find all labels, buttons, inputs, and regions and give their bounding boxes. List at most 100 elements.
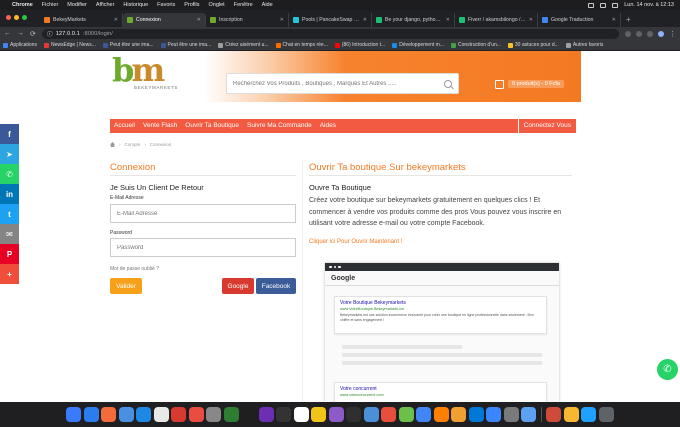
dock-app-icon[interactable]: [311, 407, 327, 422]
cart-summary[interactable]: 0 produit(s) - 0 Fcfa: [495, 78, 564, 90]
pinterest-icon[interactable]: P: [0, 244, 19, 264]
dock-app-icon[interactable]: [398, 407, 414, 422]
menu-onglet[interactable]: Onglet: [208, 2, 224, 8]
more-icon[interactable]: +: [0, 264, 19, 284]
whatsapp-icon[interactable]: ✆: [0, 164, 19, 184]
site-info-icon[interactable]: ⓘ: [47, 29, 53, 38]
menu-profils[interactable]: Profils: [184, 2, 199, 8]
dock-app-icon[interactable]: [381, 407, 397, 422]
address-bar[interactable]: ⓘ 127.0.0.1:8000/login/: [41, 28, 619, 39]
menu-aide[interactable]: Aide: [262, 2, 273, 8]
dock-app-icon[interactable]: [468, 407, 484, 422]
dock-app-icon[interactable]: [581, 407, 597, 422]
open-shop-link[interactable]: Cliquer ici Pour Ouvrir Maintenant !: [309, 239, 402, 245]
dock-app-icon[interactable]: [206, 407, 222, 422]
dock-app-icon[interactable]: [328, 407, 344, 422]
tab-close-icon[interactable]: ✕: [197, 17, 201, 23]
home-icon[interactable]: [110, 142, 115, 147]
menu-afficher[interactable]: Afficher: [96, 2, 115, 8]
extension-icon[interactable]: [625, 30, 631, 37]
tab-close-icon[interactable]: ✕: [280, 17, 284, 23]
nav-item-ouvrir-boutique[interactable]: Ouvrir Ta Boutique: [181, 119, 243, 133]
tab-close-icon[interactable]: ✕: [612, 17, 616, 23]
nav-item-connectez-vous[interactable]: Connectez Vous: [517, 119, 576, 133]
dock-app-icon[interactable]: [258, 407, 274, 422]
dock-app-icon[interactable]: [416, 407, 432, 422]
wifi-icon[interactable]: [600, 2, 607, 8]
bookmark-item[interactable]: Peut être une ima...: [160, 42, 211, 48]
dock-app-icon[interactable]: [241, 407, 257, 422]
profile-avatar-icon[interactable]: [658, 30, 664, 37]
browser-menu-icon[interactable]: ⋮: [669, 30, 676, 38]
extension-icon[interactable]: [636, 30, 642, 37]
new-tab-icon[interactable]: +: [621, 13, 636, 27]
dock-app-icon[interactable]: [66, 407, 82, 422]
bookmark-item[interactable]: Chat en temps rée...: [275, 42, 328, 48]
search-icon[interactable]: [444, 79, 452, 88]
breadcrumb-item-compte[interactable]: Compte: [125, 142, 141, 147]
control-center-icon[interactable]: [612, 2, 619, 8]
dock-app-icon[interactable]: [503, 407, 519, 422]
reload-icon[interactable]: ⟳: [30, 30, 36, 38]
dock-app-icon[interactable]: [433, 407, 449, 422]
bookmark-item[interactable]: NewsEdge | News...: [43, 42, 96, 48]
browser-tab[interactable]: BekeyMarkets ✕: [40, 13, 123, 27]
dock-app-icon[interactable]: [188, 407, 204, 422]
bookmark-item[interactable]: 30 astuces pour d...: [507, 42, 559, 48]
browser-tab[interactable]: Fiverr / akamsbilongo / B... ✕: [455, 13, 538, 27]
back-icon[interactable]: ←: [4, 30, 11, 37]
dock-app-icon[interactable]: [521, 407, 537, 422]
bookmark-item[interactable]: Peut être une ima...: [102, 42, 154, 48]
dock-app-icon[interactable]: [563, 407, 579, 422]
nav-item-suivre-commande[interactable]: Suivre Ma Commande: [243, 119, 316, 133]
dock-app-icon[interactable]: [153, 407, 169, 422]
twitter-icon[interactable]: t: [0, 204, 19, 224]
dock-app-icon[interactable]: [223, 407, 239, 422]
facebook-login-button[interactable]: Facebook: [256, 278, 296, 294]
browser-tab[interactable]: Google Traduction ✕: [538, 13, 621, 27]
menu-fenetre[interactable]: Fenêtre: [234, 2, 253, 8]
menu-fichier[interactable]: Fichier: [42, 2, 59, 8]
site-logo[interactable]: bm BEKEYMARKETS: [112, 53, 182, 97]
breadcrumb-item-connexion[interactable]: Connexion: [150, 142, 172, 147]
bookmark-item[interactable]: Créez aisément u...: [218, 42, 269, 48]
dock-app-icon[interactable]: [276, 407, 292, 422]
extension-icon[interactable]: [647, 30, 653, 37]
tab-close-icon[interactable]: ✕: [529, 17, 533, 23]
bookmark-item[interactable]: Développement m...: [392, 42, 444, 48]
menu-modifier[interactable]: Modifier: [67, 2, 87, 8]
dock-app-icon[interactable]: [171, 407, 187, 422]
dock-app-icon[interactable]: [293, 407, 309, 422]
password-field[interactable]: [111, 239, 295, 256]
other-bookmarks[interactable]: Autres favoris: [565, 42, 603, 48]
browser-tab[interactable]: Pools | PancakeSwap - $... ✕: [289, 13, 372, 27]
tab-close-icon[interactable]: ✕: [114, 17, 118, 23]
dock-app-icon[interactable]: [101, 407, 117, 422]
dock-app-icon[interactable]: [118, 407, 134, 422]
dock-app-icon[interactable]: [546, 407, 562, 422]
tab-close-icon[interactable]: ✕: [446, 17, 450, 23]
dock-app-icon[interactable]: [346, 407, 362, 422]
search-input[interactable]: [233, 80, 444, 87]
battery-icon[interactable]: [588, 2, 595, 8]
dock-app-icon[interactable]: [486, 407, 502, 422]
browser-tab[interactable]: Be your django, python b... ✕: [372, 13, 455, 27]
menu-favoris[interactable]: Favoris: [157, 2, 175, 8]
facebook-icon[interactable]: f: [0, 124, 19, 144]
menu-historique[interactable]: Historique: [123, 2, 148, 8]
bookmark-item[interactable]: (86) Introduction t...: [334, 42, 385, 48]
dock-app-icon[interactable]: [136, 407, 152, 422]
nav-item-vente-flash[interactable]: Vente Flash: [139, 119, 181, 133]
whatsapp-chat-button[interactable]: ✆: [657, 359, 678, 380]
tab-close-icon[interactable]: ✕: [363, 17, 367, 23]
dock-app-icon[interactable]: [83, 407, 99, 422]
menu-bar-clock[interactable]: Lun. 14 nov. à 12:13: [624, 2, 674, 8]
nav-item-aides[interactable]: Aides: [316, 119, 340, 133]
bookmark-item[interactable]: Applications: [3, 42, 37, 48]
email-icon[interactable]: ✉: [0, 224, 19, 244]
email-field[interactable]: [111, 205, 295, 222]
zoom-window-icon[interactable]: [22, 15, 27, 20]
dock-app-icon[interactable]: [451, 407, 467, 422]
forward-icon[interactable]: →: [17, 30, 24, 37]
dock-app-icon[interactable]: [598, 407, 614, 422]
